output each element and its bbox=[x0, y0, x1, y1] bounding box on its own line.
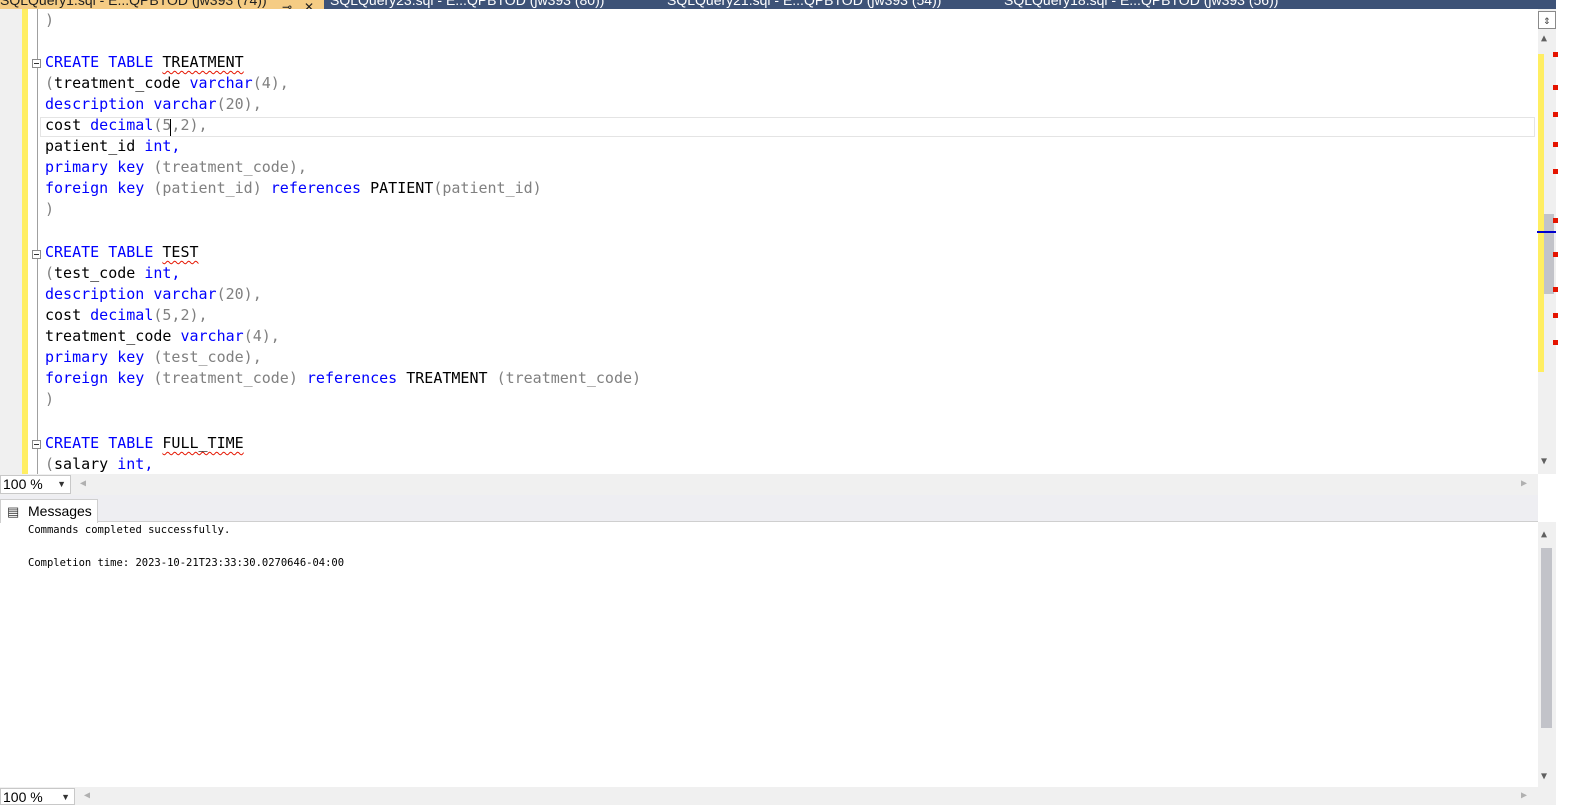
error-marker[interactable] bbox=[1553, 142, 1558, 147]
document-tab-strip: SQLQuery1.sql - E...QPBTOD (jw393 (74)) … bbox=[0, 0, 1574, 9]
error-marker[interactable] bbox=[1553, 169, 1558, 174]
tab-sqlquery18[interactable]: SQLQuery18.sql - E...QPBTOD (jw393 (56)) bbox=[1004, 0, 1334, 9]
message-text: Commands completed successfully. bbox=[28, 524, 231, 536]
code-line[interactable]: primary key (test_code), bbox=[45, 347, 262, 368]
collapse-icon[interactable] bbox=[32, 250, 41, 259]
results-scroll-thumb[interactable] bbox=[1541, 548, 1552, 728]
code-line[interactable]: (salary int, bbox=[45, 454, 153, 474]
error-marker[interactable] bbox=[1553, 218, 1558, 223]
code-line[interactable]: cost decimal(5,2), bbox=[45, 305, 208, 326]
code-line[interactable]: CREATE TABLE FULL_TIME bbox=[45, 433, 244, 454]
error-marker[interactable] bbox=[1553, 85, 1558, 90]
scroll-left-icon[interactable]: ◀ bbox=[84, 790, 90, 801]
code-line[interactable]: foreign key (patient_id) references PATI… bbox=[45, 178, 542, 199]
error-marker[interactable] bbox=[1553, 52, 1558, 57]
code-line[interactable]: CREATE TABLE TEST bbox=[45, 242, 199, 263]
collapse-icon[interactable] bbox=[32, 59, 41, 68]
scroll-up-icon[interactable]: ▲ bbox=[1541, 529, 1547, 540]
scroll-up-icon[interactable]: ▲ bbox=[1541, 33, 1547, 44]
scroll-down-icon[interactable]: ▼ bbox=[1541, 771, 1547, 782]
results-tab-strip bbox=[0, 495, 1538, 522]
window-edge bbox=[1556, 0, 1574, 805]
scroll-down-icon[interactable]: ▼ bbox=[1541, 456, 1547, 467]
messages-icon: ▤ bbox=[7, 504, 20, 519]
code-line[interactable]: foreign key (treatment_code) references … bbox=[45, 368, 641, 389]
scroll-left-icon[interactable]: ◀ bbox=[80, 478, 86, 489]
code-line[interactable]: (test_code int, bbox=[45, 263, 180, 284]
code-line[interactable]: description varchar(20), bbox=[45, 284, 262, 305]
tab-sqlquery21[interactable]: SQLQuery21.sql - E...QPBTOD (jw393 (54)) bbox=[667, 0, 997, 9]
results-zoom-select[interactable]: 100 % ▼ bbox=[0, 788, 75, 805]
editor-horizontal-scrollbar[interactable]: 100 % ▼ ◀ ▶ bbox=[0, 474, 1538, 495]
tab-sqlquery23[interactable]: SQLQuery23.sql - E...QPBTOD (jw393 (80)) bbox=[330, 0, 660, 9]
completion-time-text: Completion time: 2023-10-21T23:33:30.027… bbox=[28, 557, 345, 569]
code-line[interactable]: ) bbox=[45, 199, 54, 220]
scrollbar-change-marks bbox=[1538, 54, 1544, 372]
error-marker[interactable] bbox=[1553, 287, 1558, 292]
split-window-icon[interactable]: ⇕ bbox=[1538, 11, 1556, 29]
code-line[interactable]: CREATE TABLE TREATMENT bbox=[45, 52, 244, 73]
code-line[interactable]: description varchar(20), bbox=[45, 94, 262, 115]
text-caret bbox=[170, 119, 171, 136]
tab-label: SQLQuery18.sql - E...QPBTOD (jw393 (56)) bbox=[1004, 0, 1279, 8]
code-line[interactable]: cost decimal(5,2), bbox=[45, 115, 208, 136]
current-line-highlight bbox=[40, 117, 1535, 137]
change-tracking-bar bbox=[22, 9, 28, 474]
code-line[interactable]: (treatment_code varchar(4), bbox=[45, 73, 289, 94]
code-line[interactable]: treatment_code varchar(4), bbox=[45, 326, 280, 347]
scroll-right-icon[interactable]: ▶ bbox=[1521, 790, 1527, 801]
scroll-right-icon[interactable]: ▶ bbox=[1521, 478, 1527, 489]
tab-label: SQLQuery21.sql - E...QPBTOD (jw393 (54)) bbox=[667, 0, 942, 8]
code-line[interactable]: ) bbox=[45, 10, 54, 31]
error-marker[interactable] bbox=[1553, 340, 1558, 345]
error-marker[interactable] bbox=[1553, 313, 1558, 318]
code-line[interactable]: patient_id int, bbox=[45, 136, 180, 157]
code-line[interactable]: ) bbox=[45, 389, 54, 410]
error-marker[interactable] bbox=[1553, 112, 1558, 117]
pin-icon[interactable]: ⊸ bbox=[282, 0, 292, 9]
selection-margin[interactable] bbox=[0, 9, 22, 474]
tab-messages[interactable]: ▤ Messages bbox=[0, 499, 98, 523]
results-horizontal-scrollbar[interactable]: 100 % ▼ ◀ ▶ bbox=[0, 787, 1556, 805]
table-name: TEST bbox=[162, 243, 199, 261]
table-name: FULL_TIME bbox=[162, 434, 244, 452]
chevron-down-icon: ▼ bbox=[61, 792, 70, 802]
error-marker[interactable] bbox=[1553, 252, 1558, 257]
chevron-down-icon: ▼ bbox=[57, 479, 66, 489]
outline-guide bbox=[37, 9, 38, 474]
close-icon[interactable]: ✕ bbox=[304, 0, 314, 9]
tab-label: SQLQuery1.sql - E...QPBTOD (jw393 (74)) bbox=[0, 0, 267, 8]
table-name: TREATMENT bbox=[162, 53, 244, 71]
tab-label: SQLQuery23.sql - E...QPBTOD (jw393 (80)) bbox=[330, 0, 605, 8]
tab-sqlquery1[interactable]: SQLQuery1.sql - E...QPBTOD (jw393 (74)) … bbox=[0, 0, 324, 9]
code-line[interactable]: primary key (treatment_code), bbox=[45, 157, 307, 178]
editor-zoom-select[interactable]: 100 % ▼ bbox=[0, 475, 71, 494]
collapse-icon[interactable] bbox=[32, 440, 41, 449]
query-editor[interactable]: ) CREATE TABLE TREATMENT (treatment_code… bbox=[0, 9, 1538, 474]
